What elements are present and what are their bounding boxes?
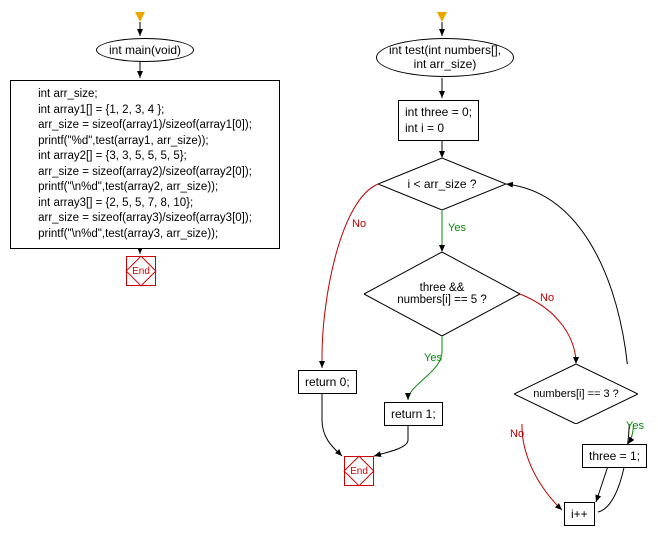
main-signature: int main(void) [96,38,194,62]
cond2-text: three && numbers[i] == 5 ? [397,282,487,306]
test-signature: int test(int numbers[], int arr_size) [376,38,514,77]
start-arrow-icon [135,12,145,22]
decision-is-three: numbers[i] == 3 ? [514,364,638,424]
edge-label-no: No [510,428,524,440]
flowchart-canvas: int main(void) int arr_size; int array1[… [0,0,658,558]
end-text: End [345,457,373,485]
init-block: int three = 0; int i = 0 [398,100,479,141]
main-code-block: int arr_size; int array1[] = {1, 2, 3, 4… [10,80,280,249]
set-three: three = 1; [582,444,647,468]
return1-text: return 1; [391,407,436,421]
inc-text: i++ [571,507,588,521]
end-text: End [127,257,155,285]
decision-loop-cond: i < arr_size ? [378,158,506,210]
edge-label-yes: Yes [448,222,466,234]
cond3-text: numbers[i] == 3 ? [533,388,619,400]
init-text: int three = 0; int i = 0 [405,105,472,136]
edge-label-yes: Yes [626,420,644,432]
cond1-text: i < arr_size ? [407,177,476,191]
decision-three-and-five: three && numbers[i] == 5 ? [364,252,520,336]
return0-text: return 0; [305,375,350,389]
edge-label-no: No [352,218,366,230]
main-code-text: int arr_size; int array1[] = {1, 2, 3, 4… [38,87,252,242]
main-signature-text: int main(void) [109,43,181,57]
end-terminator-main: End [126,256,156,286]
edge-label-yes: Yes [424,352,442,364]
edge-label-no: No [540,292,554,304]
end-terminator-test: End [344,456,374,486]
return-one: return 1; [384,402,443,426]
start-arrow-icon [437,12,447,22]
test-signature-text: int test(int numbers[], int arr_size) [389,43,501,72]
increment-i: i++ [564,502,595,526]
set-three-text: three = 1; [589,449,640,463]
return-zero: return 0; [298,370,357,394]
